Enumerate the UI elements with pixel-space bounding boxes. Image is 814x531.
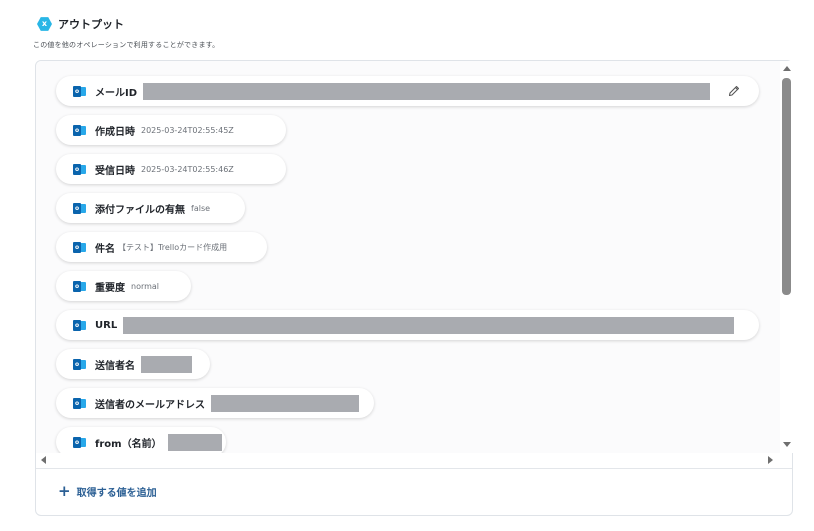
redacted-value [211,394,359,412]
output-item-url[interactable]: o URL [56,310,759,340]
scroll-right-icon[interactable] [768,456,773,464]
x-hexagon-icon: x [37,17,52,31]
outlook-icon: o [73,280,86,292]
section-title: アウトプット [58,18,124,31]
item-value: 【テスト】Trelloカード作成用 [118,242,228,252]
scroll-left-icon[interactable] [41,456,46,464]
outlook-icon: o [73,241,86,253]
output-item-received-at[interactable]: o 受信日時 2025-03-24T02:55:46Z [56,154,286,184]
section-description: この値を他のオペレーションで利用することができます。 [33,41,220,49]
output-item-mail-id[interactable]: o メールID [56,76,759,106]
output-panel: o メールID o 作成日時 2025-03-24T02:55:45Z o 受信… [35,60,793,516]
outlook-icon: o [73,436,86,448]
item-label: メールID [95,87,138,99]
output-header: x アウトプット [37,16,124,32]
outlook-icon: o [73,202,86,214]
item-label: from（名前） [95,438,162,450]
outlook-icon: o [73,124,86,136]
scroll-up-icon[interactable] [783,66,791,71]
output-item-subject[interactable]: o 件名 【テスト】Trelloカード作成用 [56,232,267,262]
scroll-down-icon[interactable] [783,442,791,447]
item-value: 2025-03-24T02:55:45Z [141,125,234,135]
redacted-value [167,433,222,451]
add-value-button[interactable]: + 取得する値を追加 [58,482,157,500]
outlook-icon: o [73,319,86,331]
item-label: 送信者のメールアドレス [95,399,205,411]
output-item-sender-email[interactable]: o 送信者のメールアドレス [56,388,374,418]
item-label: 重要度 [95,282,125,294]
item-label: 送信者名 [95,360,135,372]
redacted-value [143,82,711,100]
scrollbar-thumb[interactable] [782,78,791,295]
item-label: 作成日時 [95,126,135,138]
output-item-created-at[interactable]: o 作成日時 2025-03-24T02:55:45Z [56,115,286,145]
plus-icon: + [58,482,71,500]
outlook-icon: o [73,163,86,175]
outlook-icon: o [73,397,86,409]
item-value: 2025-03-24T02:55:46Z [141,164,234,174]
output-item-sender-name[interactable]: o 送信者名 [56,349,210,379]
add-value-label: 取得する値を追加 [76,488,157,499]
pencil-icon[interactable] [727,84,741,98]
item-label: 添付ファイルの有無 [95,204,185,216]
item-value: false [191,203,211,213]
item-label: 件名 [95,243,115,255]
item-label: URL [95,319,118,331]
outlook-icon: o [73,85,86,97]
output-list: o メールID o 作成日時 2025-03-24T02:55:45Z o 受信… [36,61,780,453]
redacted-value [141,355,192,373]
item-value: normal [131,281,160,291]
output-item-has-attachments[interactable]: o 添付ファイルの有無 false [56,193,245,223]
output-item-importance[interactable]: o 重要度 normal [56,271,191,301]
output-item-from-name[interactable]: o from（名前） [56,427,226,453]
vertical-scrollbar[interactable] [780,61,793,453]
horizontal-scrollbar[interactable] [36,453,780,466]
redacted-value [123,316,735,334]
divider [36,468,792,469]
outlook-icon: o [73,358,86,370]
item-label: 受信日時 [95,165,135,177]
